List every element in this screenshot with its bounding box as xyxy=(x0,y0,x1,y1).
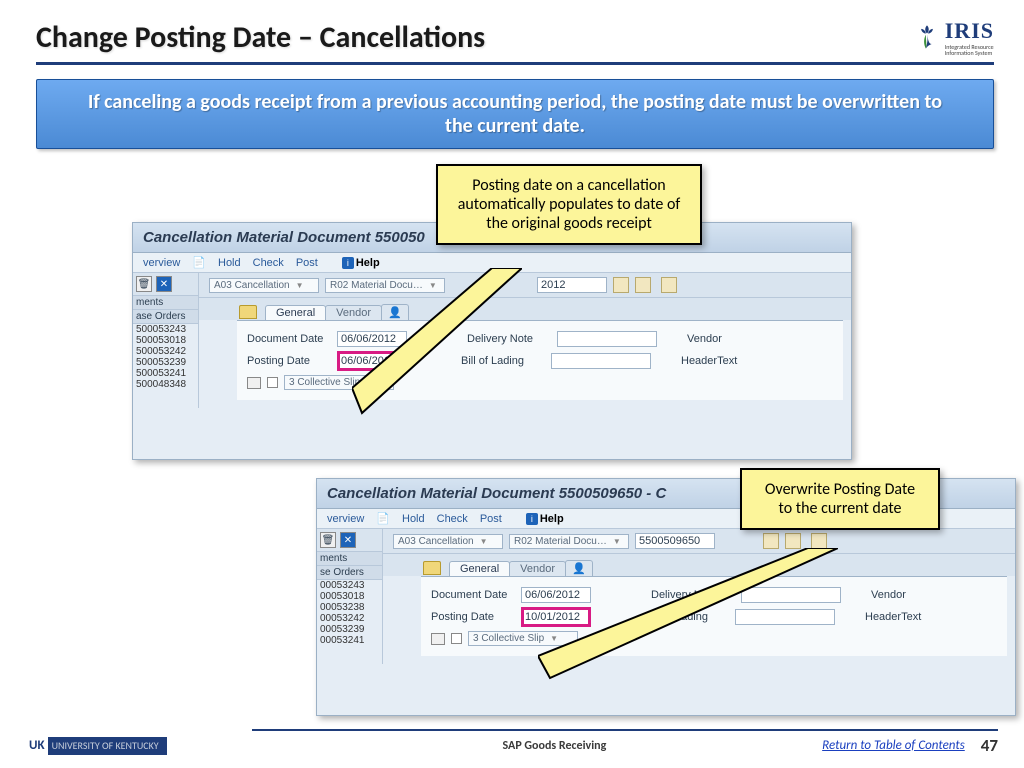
info-icon: i xyxy=(526,513,538,525)
document-date-label: Document Date xyxy=(431,589,521,601)
logo-text: IRIS xyxy=(945,18,994,44)
sap2-sidebar: 🗑 ✕ ments se Orders 00053243 00053018 00… xyxy=(317,529,383,664)
uk-badge: UK xyxy=(26,737,48,755)
sap1-sidebar: 🗑 ✕ ments ase Orders 500053243 500053018… xyxy=(133,273,199,408)
check-button[interactable]: Check xyxy=(437,513,468,525)
sidebar-header-2: ase Orders xyxy=(133,310,198,324)
list-item[interactable]: 500053242 xyxy=(133,346,198,357)
toolbar-icon[interactable] xyxy=(763,533,779,549)
list-item[interactable]: 00053238 xyxy=(317,602,382,613)
posting-date-label: Posting Date xyxy=(431,611,521,623)
folder-icon[interactable] xyxy=(423,561,441,575)
title-underline xyxy=(36,62,994,65)
new-doc-icon[interactable]: 📄 xyxy=(376,512,390,525)
new-doc-icon[interactable]: 📄 xyxy=(192,256,206,269)
sap1-order-list: 500053243 500053018 500053242 500053239 … xyxy=(133,324,198,390)
year-field[interactable]: 2012 xyxy=(537,277,607,293)
headertext-label: HeaderText xyxy=(865,611,935,623)
tab-general[interactable]: General xyxy=(265,305,326,320)
logo-subtitle-2: Information System xyxy=(945,50,994,56)
cancellation-type-dropdown[interactable]: A03 Cancellation▼ xyxy=(209,278,319,293)
folder-icon[interactable] xyxy=(239,305,257,319)
material-doc-dropdown[interactable]: R02 Material Docu…▼ xyxy=(509,534,629,549)
iris-logo: IRIS Integrated Resource Information Sys… xyxy=(913,18,994,56)
help-button[interactable]: Help xyxy=(540,513,564,525)
instruction-banner: If canceling a goods receipt from a prev… xyxy=(36,79,994,149)
vendor-label: Vendor xyxy=(687,333,757,345)
doc-number-field[interactable]: 5500509650 xyxy=(635,533,715,549)
headertext-label: HeaderText xyxy=(681,355,751,367)
list-item[interactable]: 500053241 xyxy=(133,368,198,379)
toc-link[interactable]: Return to Table of Contents xyxy=(822,738,965,753)
sidebar-header-1: ments xyxy=(317,552,382,566)
tab-general[interactable]: General xyxy=(449,561,510,576)
page-title: Change Posting Date – Cancellations xyxy=(36,19,485,56)
slip-checkbox[interactable] xyxy=(267,377,278,388)
callout-overwrite-date: Overwrite Posting Date to the current da… xyxy=(740,468,940,530)
toolbar-icon[interactable] xyxy=(613,277,629,293)
overview-button[interactable]: verview xyxy=(143,257,180,269)
list-item[interactable]: 500053018 xyxy=(133,335,198,346)
posting-date-label: Posting Date xyxy=(247,355,337,367)
overview-button[interactable]: verview xyxy=(327,513,364,525)
list-item[interactable]: 00053242 xyxy=(317,613,382,624)
trash-icon[interactable]: 🗑 xyxy=(320,532,336,548)
trash-icon[interactable]: 🗑 xyxy=(136,276,152,292)
list-item[interactable]: 00053239 xyxy=(317,624,382,635)
print-icon[interactable] xyxy=(247,377,261,389)
check-button[interactable]: Check xyxy=(253,257,284,269)
list-item[interactable]: 00053241 xyxy=(317,635,382,646)
list-item[interactable]: 00053018 xyxy=(317,591,382,602)
toolbar-icon[interactable] xyxy=(661,277,677,293)
post-button[interactable]: Post xyxy=(296,257,318,269)
list-item[interactable]: 500048348 xyxy=(133,379,198,390)
vendor-label: Vendor xyxy=(871,589,941,601)
callout-arrow-icon xyxy=(352,268,522,428)
sap1-form: Document Date 06/06/2012 Delivery Note V… xyxy=(237,320,843,400)
sap2-order-list: 00053243 00053018 00053238 00053242 0005… xyxy=(317,580,382,646)
page-number: 47 xyxy=(981,735,998,756)
document-date-label: Document Date xyxy=(247,333,337,345)
callout-posting-date-auto: Posting date on a cancellation automatic… xyxy=(436,164,702,245)
list-item[interactable]: 500053243 xyxy=(133,324,198,335)
close-icon[interactable]: ✕ xyxy=(156,276,172,292)
list-item[interactable]: 00053243 xyxy=(317,580,382,591)
hold-button[interactable]: Hold xyxy=(218,257,241,269)
toolbar-icon[interactable] xyxy=(635,277,651,293)
slip-checkbox[interactable] xyxy=(451,633,462,644)
iris-flower-icon xyxy=(913,23,941,51)
toolbar-icon[interactable] xyxy=(785,533,801,549)
post-button[interactable]: Post xyxy=(480,513,502,525)
callout-arrow-icon xyxy=(538,548,838,688)
toolbar-icon[interactable] xyxy=(811,533,827,549)
sidebar-header-2: se Orders xyxy=(317,566,382,580)
hold-button[interactable]: Hold xyxy=(402,513,425,525)
close-icon[interactable]: ✕ xyxy=(340,532,356,548)
uk-logo: UK UNIVERSITY OF KENTUCKY xyxy=(26,737,167,755)
delivery-note-field[interactable] xyxy=(557,331,657,347)
footer-divider xyxy=(252,729,998,731)
info-icon: i xyxy=(342,257,354,269)
print-icon[interactable] xyxy=(431,633,445,645)
sidebar-header-1: ments xyxy=(133,296,198,310)
uk-text: UNIVERSITY OF KENTUCKY xyxy=(52,739,159,752)
footer-title: SAP Goods Receiving xyxy=(167,739,822,753)
bill-of-lading-field[interactable] xyxy=(551,353,651,369)
list-item[interactable]: 500053239 xyxy=(133,357,198,368)
cancellation-type-dropdown[interactable]: A03 Cancellation▼ xyxy=(393,534,503,549)
help-button[interactable]: Help xyxy=(356,257,380,269)
